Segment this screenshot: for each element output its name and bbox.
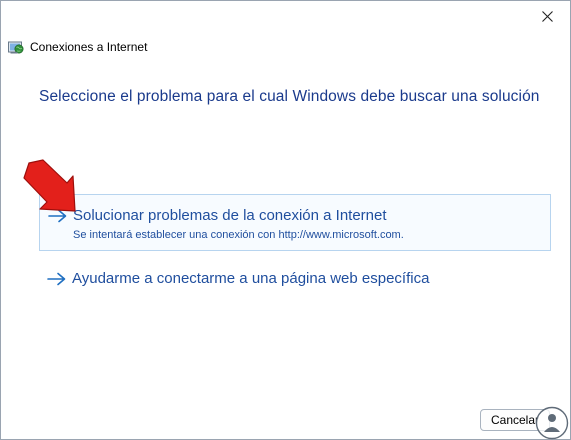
option-connect-specific-page[interactable]: Ayudarme a conectarme a una página web e… (39, 263, 551, 297)
red-pointer-arrow-icon (23, 159, 76, 212)
close-icon (541, 10, 553, 22)
title-bar: Conexiones a Internet (8, 38, 147, 56)
network-globe-icon (8, 41, 24, 54)
option-description: Se intentará establecer una conexión con… (73, 229, 404, 241)
arrow-right-icon (47, 272, 66, 286)
logo-watermark-icon (535, 406, 569, 440)
option-troubleshoot-connection[interactable]: Solucionar problemas de la conexión a In… (39, 194, 551, 251)
close-button[interactable] (524, 1, 570, 31)
option-title: Solucionar problemas de la conexión a In… (73, 207, 387, 224)
dialog-window: Conexiones a Internet Seleccione el prob… (0, 0, 571, 440)
option-title: Ayudarme a conectarme a una página web e… (72, 270, 430, 287)
page-heading: Seleccione el problema para el cual Wind… (39, 88, 540, 105)
window-title: Conexiones a Internet (30, 40, 148, 54)
